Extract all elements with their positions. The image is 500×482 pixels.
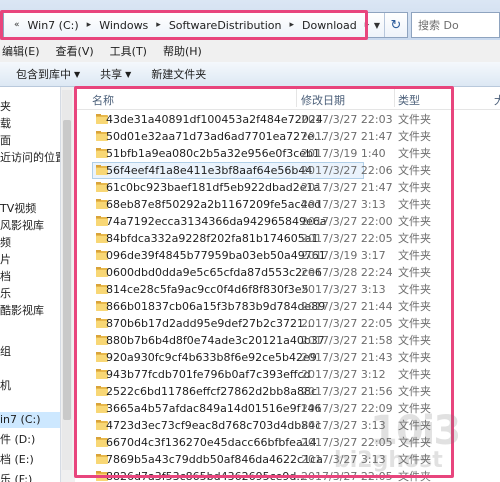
- new-folder-label: 新建文件夹: [151, 68, 207, 81]
- nav-item[interactable]: 酷影视库: [0, 303, 44, 319]
- menu-help[interactable]: 帮助(H): [155, 43, 210, 59]
- include-in-library-label: 包含到库中: [16, 68, 71, 81]
- nav-item[interactable]: 风影视库: [0, 218, 44, 234]
- share-button[interactable]: 共享 ▼: [90, 66, 141, 82]
- nav-item[interactable]: 夹: [0, 99, 11, 115]
- chevron-down-icon: ▼: [74, 69, 81, 79]
- navigation-pane: 夹载面近访问的位置 TV视频 风影视库频片档乐酷影视库组机 in7 (C:) 件 (D:…: [0, 87, 60, 482]
- nav-item[interactable]: 片: [0, 252, 11, 268]
- search-placeholder: 搜索 Do: [418, 19, 459, 32]
- new-folder-button[interactable]: 新建文件夹: [141, 66, 216, 82]
- nav-item[interactable]: in7 (C:): [0, 412, 60, 428]
- history-dropdown-icon[interactable]: ▼: [370, 21, 384, 30]
- include-in-library-button[interactable]: 包含到库中 ▼: [0, 66, 90, 82]
- nav-item[interactable]: 件 (D:): [0, 432, 35, 448]
- watermark-text: bi2ghost: [334, 448, 443, 473]
- nav-item[interactable]: 机: [0, 378, 11, 394]
- refresh-icon[interactable]: ↻: [384, 13, 407, 37]
- nav-scrollbar-thumb[interactable]: [63, 120, 71, 420]
- chevron-down-icon: ▼: [125, 69, 132, 79]
- nav-item[interactable]: 乐 (F:): [0, 472, 32, 482]
- watermark: 10i3 bi2ghost: [312, 408, 498, 478]
- nav-item[interactable]: 面: [0, 133, 11, 149]
- column-header-size[interactable]: 大: [494, 92, 500, 108]
- menu-bar: 编辑(E) 查看(V) 工具(T) 帮助(H): [0, 40, 500, 63]
- nav-item[interactable]: 档 (E:): [0, 452, 34, 468]
- nav-item[interactable]: TV视频: [0, 201, 36, 217]
- nav-item[interactable]: 乐: [0, 286, 11, 302]
- menu-view[interactable]: 查看(V): [48, 43, 102, 59]
- nav-item[interactable]: 组: [0, 344, 11, 360]
- share-label: 共享: [100, 68, 123, 81]
- menu-tools[interactable]: 工具(T): [102, 43, 155, 59]
- nav-item[interactable]: 频: [0, 235, 11, 251]
- nav-item[interactable]: 近访问的位置: [0, 150, 60, 166]
- address-highlight-frame: [0, 10, 368, 40]
- nav-item[interactable]: 载: [0, 116, 11, 132]
- nav-item[interactable]: 档: [0, 269, 11, 285]
- menu-edit[interactable]: 编辑(E): [0, 43, 48, 59]
- search-input[interactable]: 搜索 Do: [411, 12, 500, 38]
- command-bar: 包含到库中 ▼ 共享 ▼ 新建文件夹: [0, 62, 500, 87]
